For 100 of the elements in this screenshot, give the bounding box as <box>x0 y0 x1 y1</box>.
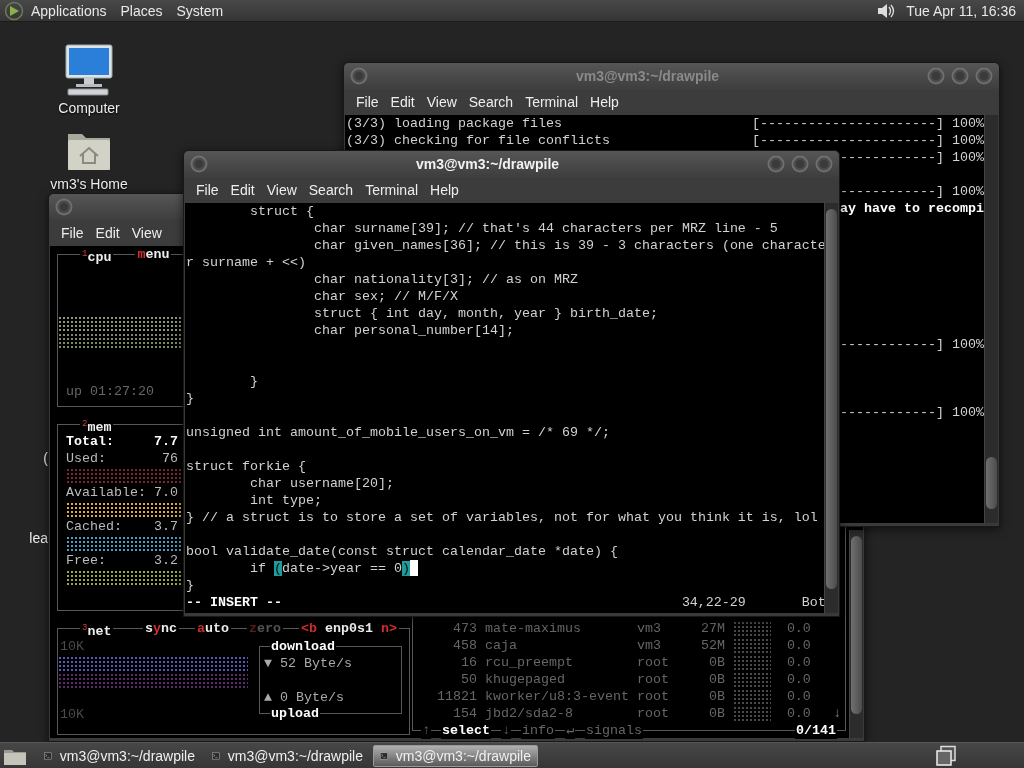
clock[interactable]: Tue Apr 11, 16:36 <box>906 2 1016 19</box>
process-id: 50 <box>460 671 477 688</box>
code-line: char given_names[36]; // this is 39 - 3 characters (one characte <box>312 237 824 254</box>
taskbar-button[interactable]: vm3@vm3:~/drawpile <box>205 744 370 767</box>
panel-menu[interactable]: Applications <box>24 2 114 19</box>
panel-menu[interactable]: System <box>169 2 231 19</box>
progress-text: ------------] 100% <box>840 183 984 200</box>
logo-icon[interactable] <box>4 0 24 21</box>
process-cpu: 0.0 <box>786 620 812 637</box>
desktop-icon-label[interactable]: vm3's Home <box>50 176 128 192</box>
memory-value: 7.0 <box>154 484 178 501</box>
menu-item[interactable]: Help <box>584 94 625 110</box>
scrollbar[interactable] <box>849 530 863 738</box>
process-count: 0/141 <box>795 722 837 739</box>
maximize-button[interactable] <box>951 67 969 85</box>
menu-item[interactable]: File <box>190 182 225 198</box>
code-line: } <box>249 373 258 390</box>
menu-item[interactable]: Help <box>424 182 465 198</box>
close-button[interactable] <box>975 67 993 85</box>
window-menu-button[interactable] <box>55 198 73 216</box>
window-menu-button[interactable] <box>190 155 208 173</box>
scrollbar-thumb[interactable] <box>986 457 997 509</box>
process-name: jbd2/sda2-8 <box>484 705 574 722</box>
maximize-button[interactable] <box>791 155 809 173</box>
code-line: struct { <box>249 203 314 220</box>
desktop-icon-label[interactable]: Computer <box>58 100 120 116</box>
taskbar-button[interactable]: vm3@vm3:~/drawpile <box>37 744 202 767</box>
menu-item[interactable]: File <box>350 94 385 110</box>
minimize-button[interactable] <box>927 67 945 85</box>
code-line: } // a struct is to store a set of variables, not for what you think it is, lol <box>186 509 818 526</box>
memory-value: 3.2 <box>154 552 178 569</box>
uptime-label: up 01:27:20 <box>66 383 154 400</box>
process-user: root <box>636 688 670 705</box>
panel-menu[interactable]: Places <box>113 2 170 19</box>
menu-item[interactable]: View <box>420 94 463 110</box>
process-name: rcu_preempt <box>484 654 574 671</box>
process-memory: 27M <box>699 620 725 637</box>
memory-label: Total: <box>66 433 114 450</box>
progress-text: ------------] 100% <box>840 404 984 421</box>
menu-item[interactable]: Terminal <box>519 94 585 110</box>
footer-option[interactable]: info <box>521 722 555 739</box>
process-cpu: 0.0 <box>786 705 812 722</box>
memory-value: 7.7 <box>154 433 178 450</box>
scrollbar[interactable] <box>824 203 838 613</box>
code-line: char username[20]; <box>249 475 394 492</box>
menu-item[interactable]: File <box>55 225 90 241</box>
code-line: struct { int day, month, year } birth_date; <box>312 305 658 322</box>
process-name: caja <box>484 637 518 654</box>
scrollbar-thumb[interactable] <box>851 536 862 714</box>
code-line: unsigned int amount_of_mobile_users_on_vm = /* 69 */; <box>186 424 610 441</box>
code-line: char nationality[3]; // as on MRZ <box>312 271 578 288</box>
window-title: vm3@vm3:~/drawpile <box>414 156 561 172</box>
desktop-icon-label[interactable]: ( <box>43 450 48 466</box>
process-name: kworker/u8:3-event <box>484 688 630 705</box>
mode-option[interactable]: <b enp0s1 n> <box>299 620 399 637</box>
process-id: 154 <box>452 705 477 722</box>
scrollbar-thumb[interactable] <box>826 209 837 589</box>
menu-item[interactable]: Edit <box>89 225 126 241</box>
scrollbar[interactable] <box>984 115 998 523</box>
menu-item[interactable]: Terminal <box>359 182 425 198</box>
window-menu-button[interactable] <box>350 67 368 85</box>
computer-icon[interactable] <box>62 44 116 96</box>
menu-item[interactable]: View <box>260 182 303 198</box>
menu-item[interactable]: Edit <box>224 182 261 198</box>
close-button[interactable] <box>815 155 833 173</box>
code-line: if (date->year == 0) <box>186 560 418 577</box>
desktop-icon-label[interactable]: lea <box>29 530 48 546</box>
process-cpu: 0.0 <box>786 671 812 688</box>
scroll-position: Bot <box>801 595 824 610</box>
speed-reading: ▲ 0 Byte/s <box>264 689 345 706</box>
code-line: struct forkie { <box>186 458 306 475</box>
process-id: 458 <box>452 637 477 654</box>
process-memory: 0B <box>707 705 725 722</box>
speed-reading: ▼ 52 Byte/s <box>264 655 353 672</box>
process-memory: 0B <box>707 688 725 705</box>
menu-item[interactable]: Edit <box>384 94 421 110</box>
process-name: khugepaged <box>484 671 566 688</box>
memory-label: Cached: <box>66 518 122 535</box>
menu-item[interactable]: View <box>125 225 168 241</box>
process-id: 473 <box>452 620 477 637</box>
memory-label: Used: <box>66 450 106 467</box>
footer-option[interactable]: signals <box>585 722 644 739</box>
minimize-button[interactable] <box>767 155 785 173</box>
footer-option[interactable]: select <box>441 722 491 739</box>
code-line: char personal_number[14]; <box>312 322 514 339</box>
memory-value: 3.7 <box>154 518 178 535</box>
code-line: int type; <box>249 492 322 509</box>
process-name: mate-maximus <box>484 620 582 637</box>
process-user: root <box>636 654 670 671</box>
menu-item[interactable]: Search <box>462 94 520 110</box>
stacked-windows-icon[interactable] <box>935 744 957 767</box>
window-title: vm3@vm3:~/drawpile <box>574 68 721 84</box>
code-line: char sex; // M/F/X <box>312 288 458 305</box>
menu-item[interactable]: Search <box>302 182 360 198</box>
terminal-line: (3/3) checking for file conflicts <box>346 132 610 149</box>
process-memory: 0B <box>707 671 725 688</box>
volume-icon[interactable] <box>876 1 897 20</box>
code-line: } <box>186 390 194 407</box>
progress-text: [----------------------] 100% <box>752 132 984 149</box>
process-memory: 52M <box>699 637 725 654</box>
